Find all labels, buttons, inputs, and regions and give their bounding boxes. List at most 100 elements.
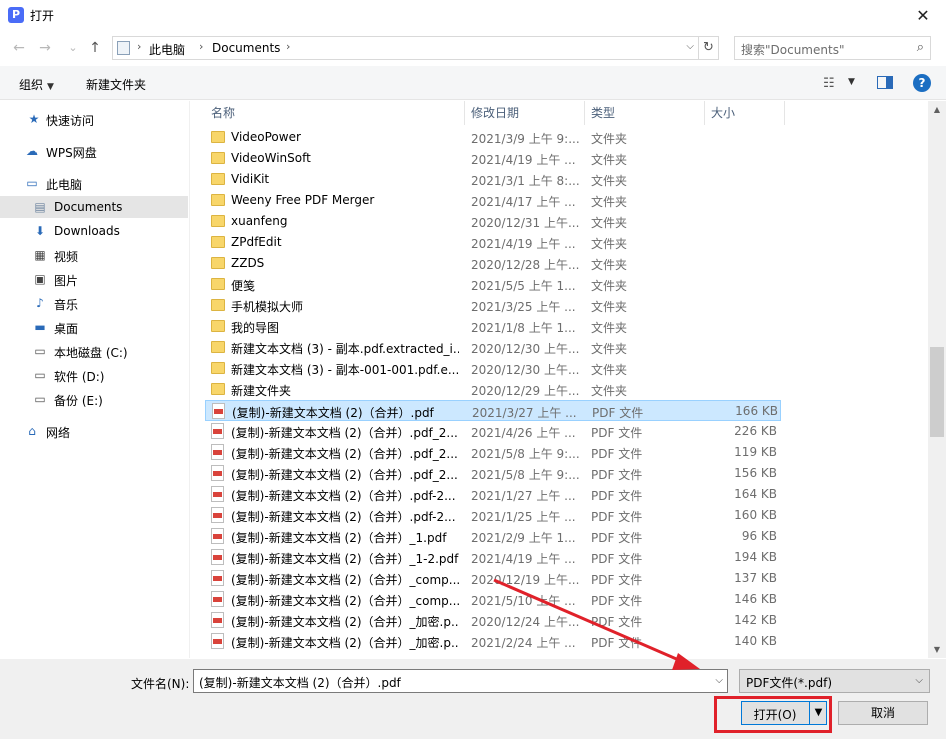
file-row[interactable]: (复制)-新建文本文档 (2)（合并）_comp... 2021/5/10 上午 … bbox=[205, 589, 781, 610]
sidebar-item-label: 桌面 bbox=[54, 322, 79, 336]
file-row[interactable]: (复制)-新建文本文档 (2)（合并）.pdf_2... 2021/5/8 上午 … bbox=[205, 463, 781, 484]
scrollbar-thumb[interactable] bbox=[930, 347, 944, 437]
file-size: 96 KB bbox=[741, 529, 777, 543]
breadcrumb-this-pc[interactable]: 此电脑 bbox=[149, 41, 185, 58]
column-header-size[interactable]: 大小 bbox=[705, 101, 785, 125]
file-size: 160 KB bbox=[734, 508, 777, 522]
chevron-right-icon[interactable]: › bbox=[199, 40, 203, 53]
view-options-icon[interactable]: ☷ bbox=[823, 76, 835, 91]
file-row[interactable]: xuanfeng 2020/12/31 上午... 文件夹 bbox=[205, 211, 781, 232]
organize-button[interactable]: 组织 ▼ bbox=[19, 76, 54, 93]
file-name: ZPdfEdit bbox=[231, 235, 282, 249]
sidebar-item-wps-cloud[interactable]: ☁ WPS网盘 bbox=[0, 140, 188, 162]
sidebar-item-label: 此电脑 bbox=[46, 178, 83, 192]
file-name: (复制)-新建文本文档 (2)（合并）.pdf bbox=[232, 406, 434, 420]
sidebar-item-drive-c[interactable]: ▭ 本地磁盘 (C:) bbox=[0, 340, 188, 362]
filetype-select[interactable]: PDF文件(*.pdf) ⌵ bbox=[739, 669, 930, 693]
filename-input[interactable]: (复制)-新建文本文档 (2)（合并）.pdf ⌵ bbox=[193, 669, 728, 693]
sidebar-item-documents[interactable]: ▤ Documents bbox=[0, 196, 188, 218]
sidebar-item-music[interactable]: ♪ 音乐 bbox=[0, 292, 188, 314]
pdf-file-icon bbox=[211, 570, 224, 586]
chevron-right-icon[interactable]: › bbox=[286, 40, 290, 53]
sidebar-item-label: 软件 (D:) bbox=[54, 370, 105, 384]
vertical-scrollbar[interactable]: ▲ ▼ bbox=[928, 101, 946, 658]
file-row[interactable]: VidiKit 2021/3/1 上午 8:... 文件夹 bbox=[205, 169, 781, 190]
app-logo-icon: P bbox=[8, 7, 24, 23]
folder-icon bbox=[211, 362, 225, 374]
file-type: PDF 文件 bbox=[591, 594, 643, 608]
file-type: PDF 文件 bbox=[591, 636, 643, 650]
help-icon[interactable]: ? bbox=[913, 74, 931, 92]
file-row[interactable]: (复制)-新建文本文档 (2)（合并）.pdf 2021/3/27 上午 ... P… bbox=[205, 400, 781, 421]
file-row[interactable]: (复制)-新建文本文档 (2)（合并）_加密.p... 2021/2/24 上午 … bbox=[205, 631, 781, 652]
sidebar-item-quick-access[interactable]: ★ 快速访问 bbox=[0, 108, 188, 130]
file-row[interactable]: ZPdfEdit 2021/4/19 上午 ... 文件夹 bbox=[205, 232, 781, 253]
file-row[interactable]: (复制)-新建文本文档 (2)（合并）_加密.p... 2020/12/24 上午… bbox=[205, 610, 781, 631]
file-type: 文件夹 bbox=[591, 300, 628, 314]
file-row[interactable]: (复制)-新建文本文档 (2)（合并）_1-2.pdf 2021/4/19 上午 … bbox=[205, 547, 781, 568]
file-name: xuanfeng bbox=[231, 214, 288, 228]
file-date: 2021/3/27 上午 ... bbox=[472, 406, 577, 420]
forward-arrow-icon[interactable]: → bbox=[36, 39, 54, 57]
sidebar-item-network[interactable]: ⌂ 网络 bbox=[0, 420, 188, 442]
file-row[interactable]: (复制)-新建文本文档 (2)（合并）_1.pdf 2021/2/9 上午 1..… bbox=[205, 526, 781, 547]
file-row[interactable]: 新建文本文档 (3) - 副本.pdf.extracted_i... 2020/1… bbox=[205, 337, 781, 358]
file-row[interactable]: 手机模拟大师 2021/3/25 上午 ... 文件夹 bbox=[205, 295, 781, 316]
chevron-down-icon[interactable]: ▼ bbox=[848, 77, 855, 87]
column-header-date[interactable]: 修改日期 bbox=[465, 101, 585, 125]
address-bar[interactable]: › 此电脑 › Documents › ⌵ bbox=[112, 36, 699, 60]
file-row[interactable]: (复制)-新建文本文档 (2)（合并）.pdf_2... 2021/5/8 上午 … bbox=[205, 442, 781, 463]
chevron-down-icon[interactable]: ⌵ bbox=[686, 41, 694, 52]
pdf-file-icon bbox=[211, 507, 224, 523]
sidebar-item-this-pc[interactable]: ▭ 此电脑 bbox=[0, 172, 188, 194]
sidebar-item-downloads[interactable]: ⬇ Downloads bbox=[0, 220, 188, 242]
file-date: 2021/4/19 上午 ... bbox=[471, 237, 576, 251]
sidebar-item-pictures[interactable]: ▣ 图片 bbox=[0, 268, 188, 290]
chevron-down-icon: ▼ bbox=[47, 82, 54, 92]
sidebar-item-drive-e[interactable]: ▭ 备份 (E:) bbox=[0, 388, 188, 410]
breadcrumb-documents[interactable]: Documents bbox=[212, 41, 280, 55]
sidebar-item-videos[interactable]: ▦ 视频 bbox=[0, 244, 188, 266]
preview-pane-icon[interactable] bbox=[877, 76, 893, 89]
column-header-type[interactable]: 类型 bbox=[585, 101, 705, 125]
file-row[interactable]: ZZDS 2020/12/28 上午... 文件夹 bbox=[205, 253, 781, 274]
folder-icon bbox=[211, 383, 225, 395]
folder-icon bbox=[211, 194, 225, 206]
file-row[interactable]: Weeny Free PDF Merger 2021/4/17 上午 ... 文件夹 bbox=[205, 190, 781, 211]
new-folder-button[interactable]: 新建文件夹 bbox=[86, 76, 146, 93]
chevron-right-icon[interactable]: › bbox=[137, 40, 141, 53]
sidebar-item-label: 网络 bbox=[46, 426, 71, 440]
file-name: (复制)-新建文本文档 (2)（合并）_加密.p... bbox=[231, 615, 459, 629]
file-row[interactable]: 新建文本文档 (3) - 副本-001-001.pdf.e... 2020/12/… bbox=[205, 358, 781, 379]
up-arrow-icon[interactable]: ↑ bbox=[86, 39, 104, 57]
file-row[interactable]: (复制)-新建文本文档 (2)（合并）_comp... 2020/12/19 上午… bbox=[205, 568, 781, 589]
search-icon[interactable]: ⌕ bbox=[917, 40, 924, 55]
cancel-button[interactable]: 取消 bbox=[838, 701, 928, 725]
search-input[interactable]: 搜索"Documents" ⌕ bbox=[734, 36, 931, 60]
column-header-name[interactable]: 名称 bbox=[205, 101, 465, 125]
sidebar-item-drive-d[interactable]: ▭ 软件 (D:) bbox=[0, 364, 188, 386]
chevron-down-icon[interactable]: ⌵ bbox=[715, 675, 723, 686]
file-row[interactable]: 便笺 2021/5/5 上午 1... 文件夹 bbox=[205, 274, 781, 295]
file-row[interactable]: (复制)-新建文本文档 (2)（合并）.pdf-2... 2021/1/27 上午… bbox=[205, 484, 781, 505]
back-arrow-icon[interactable]: ← bbox=[10, 39, 28, 57]
file-row[interactable]: VideoWinSoft 2021/4/19 上午 ... 文件夹 bbox=[205, 148, 781, 169]
file-row[interactable]: VideoPower 2021/3/9 上午 9:... 文件夹 bbox=[205, 127, 781, 148]
scroll-up-icon[interactable]: ▲ bbox=[928, 101, 946, 118]
file-row[interactable]: 新建文件夹 2020/12/29 上午... 文件夹 bbox=[205, 379, 781, 400]
drive-icon: ▭ bbox=[34, 368, 46, 382]
file-date: 2021/2/9 上午 1... bbox=[471, 531, 576, 545]
file-row[interactable]: (复制)-新建文本文档 (2)（合并）.pdf_2... 2021/4/26 上午… bbox=[205, 421, 781, 442]
file-size: 226 KB bbox=[734, 424, 777, 438]
file-type: PDF 文件 bbox=[591, 426, 643, 440]
refresh-icon[interactable]: ↻ bbox=[699, 36, 719, 60]
sidebar-item-label: 本地磁盘 (C:) bbox=[54, 346, 128, 360]
recent-locations-icon[interactable]: ⌄ bbox=[64, 39, 82, 57]
folder-icon bbox=[211, 299, 225, 311]
scroll-down-icon[interactable]: ▼ bbox=[928, 641, 946, 658]
close-button[interactable]: ✕ bbox=[900, 0, 946, 32]
sidebar-item-desktop[interactable]: ▬ 桌面 bbox=[0, 316, 188, 338]
file-row[interactable]: (复制)-新建文本文档 (2)（合并）.pdf-2... 2021/1/25 上午… bbox=[205, 505, 781, 526]
file-row[interactable]: 我的导图 2021/1/8 上午 1... 文件夹 bbox=[205, 316, 781, 337]
sidebar-item-label: 视频 bbox=[54, 250, 79, 264]
